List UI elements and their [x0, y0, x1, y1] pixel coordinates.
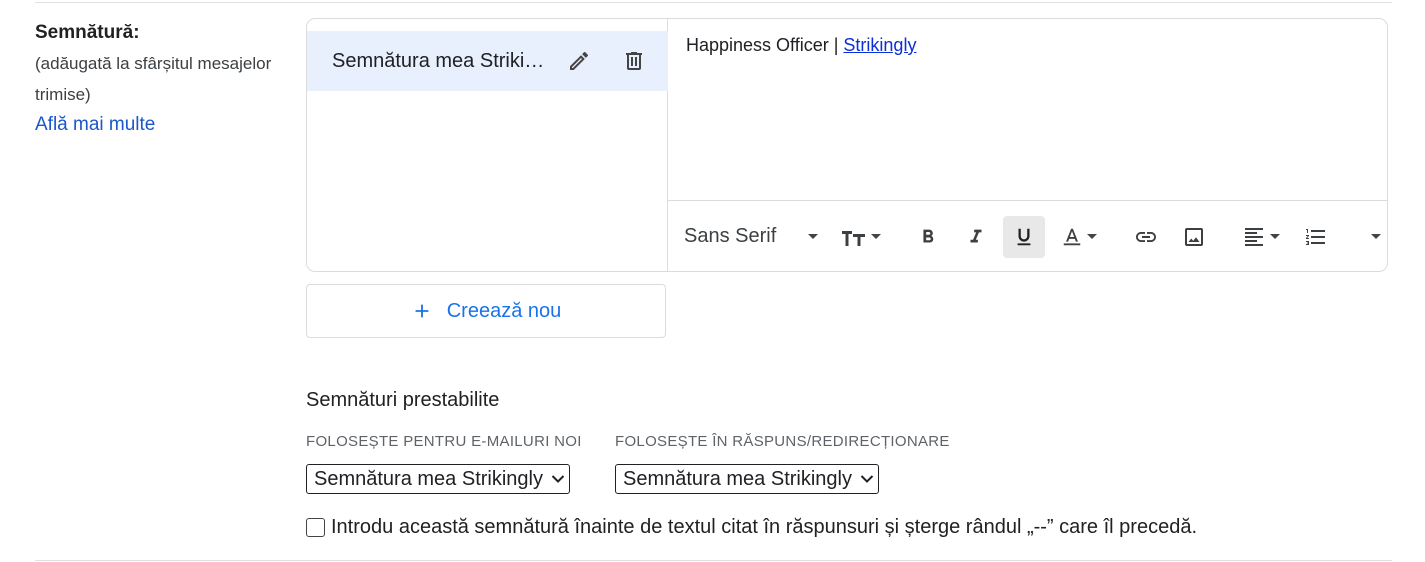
- insert-before-quoted-label: Introdu această semnătură înainte de tex…: [331, 516, 1197, 538]
- formatting-toolbar: Sans Serif: [668, 200, 1387, 271]
- learn-more-link[interactable]: Află mai multe: [35, 110, 155, 140]
- font-size-button[interactable]: [833, 216, 889, 258]
- signature-panel: Semnătura mea Strikingly Happiness Offic…: [306, 18, 1388, 272]
- insert-image-button[interactable]: [1173, 216, 1215, 258]
- create-new-signature-button[interactable]: Creează nou: [306, 284, 666, 338]
- top-divider: [35, 2, 1392, 3]
- underline-button[interactable]: [1003, 215, 1045, 258]
- signature-link[interactable]: Strikingly: [843, 35, 916, 55]
- delete-signature-button[interactable]: [617, 44, 651, 78]
- numbered-list-button[interactable]: [1295, 216, 1337, 258]
- chevron-down-icon: [547, 474, 569, 484]
- text-color-button[interactable]: [1051, 216, 1107, 258]
- create-new-label: Creează nou: [446, 299, 562, 322]
- reply-forward-signature-select[interactable]: Semnătura mea Strikingly: [615, 464, 879, 494]
- caret-down-icon: [1270, 234, 1280, 239]
- underline-icon: [1017, 228, 1031, 245]
- signature-label-column: Semnătură: (adăugată la sfârșitul mesaje…: [35, 20, 300, 140]
- caret-down-icon: [808, 234, 818, 239]
- more-formatting-button[interactable]: [1355, 216, 1387, 258]
- new-emails-label: FOLOSEȘTE PENTRU E-MAILURI NOI: [306, 433, 582, 450]
- trash-icon: [626, 52, 642, 70]
- bold-button[interactable]: [907, 216, 949, 258]
- default-signatures-title: Semnături prestabilite: [306, 389, 500, 411]
- signature-editor-body[interactable]: Happiness Officer | Strikingly: [686, 35, 916, 56]
- text-size-icon: [842, 230, 865, 246]
- reply-forward-signature-value: Semnătura mea Strikingly: [623, 467, 852, 490]
- bold-icon: [923, 229, 934, 242]
- font-family-value: Sans Serif: [684, 225, 777, 247]
- insert-before-quoted-checkbox[interactable]: [306, 518, 325, 537]
- insert-before-quoted-row: Introdu această semnătură înainte de tex…: [306, 516, 1197, 539]
- link-icon: [1136, 231, 1156, 242]
- new-emails-signature-value: Semnătura mea Strikingly: [314, 467, 543, 490]
- pencil-icon: [570, 51, 588, 70]
- signature-list-item[interactable]: Semnătura mea Strikingly: [307, 31, 668, 91]
- italic-button[interactable]: [955, 216, 997, 258]
- edit-signature-button[interactable]: [562, 44, 596, 78]
- font-family-select[interactable]: Sans Serif: [684, 225, 818, 248]
- caret-down-icon: [1371, 234, 1381, 239]
- signature-editor[interactable]: Happiness Officer | Strikingly Sans Seri…: [668, 19, 1387, 271]
- caret-down-icon: [1087, 234, 1097, 239]
- italic-icon: [970, 229, 982, 242]
- align-left-icon: [1245, 227, 1263, 246]
- reply-forward-label: FOLOSEȘTE ÎN RĂSPUNS/REDIRECȚIONARE: [615, 433, 950, 450]
- numbered-list-icon: [1306, 228, 1325, 245]
- text-color-icon: [1063, 228, 1081, 245]
- signature-title: Semnătură:: [35, 22, 140, 43]
- image-icon: [1185, 227, 1203, 246]
- plus-icon: [415, 304, 429, 318]
- caret-down-icon: [871, 234, 881, 239]
- new-emails-signature-select[interactable]: Semnătura mea Strikingly: [306, 464, 570, 494]
- signature-name: Semnătura mea Strikingly: [332, 49, 554, 72]
- bottom-divider: [35, 560, 1392, 561]
- signature-description: (adăugată la sfârșitul mesajelor trimise…: [35, 54, 272, 104]
- align-button[interactable]: [1233, 216, 1289, 258]
- signature-text: Happiness Officer |: [686, 35, 844, 55]
- signature-list: Semnătura mea Strikingly: [307, 19, 668, 271]
- insert-link-button[interactable]: [1125, 216, 1167, 258]
- chevron-down-icon: [856, 474, 878, 484]
